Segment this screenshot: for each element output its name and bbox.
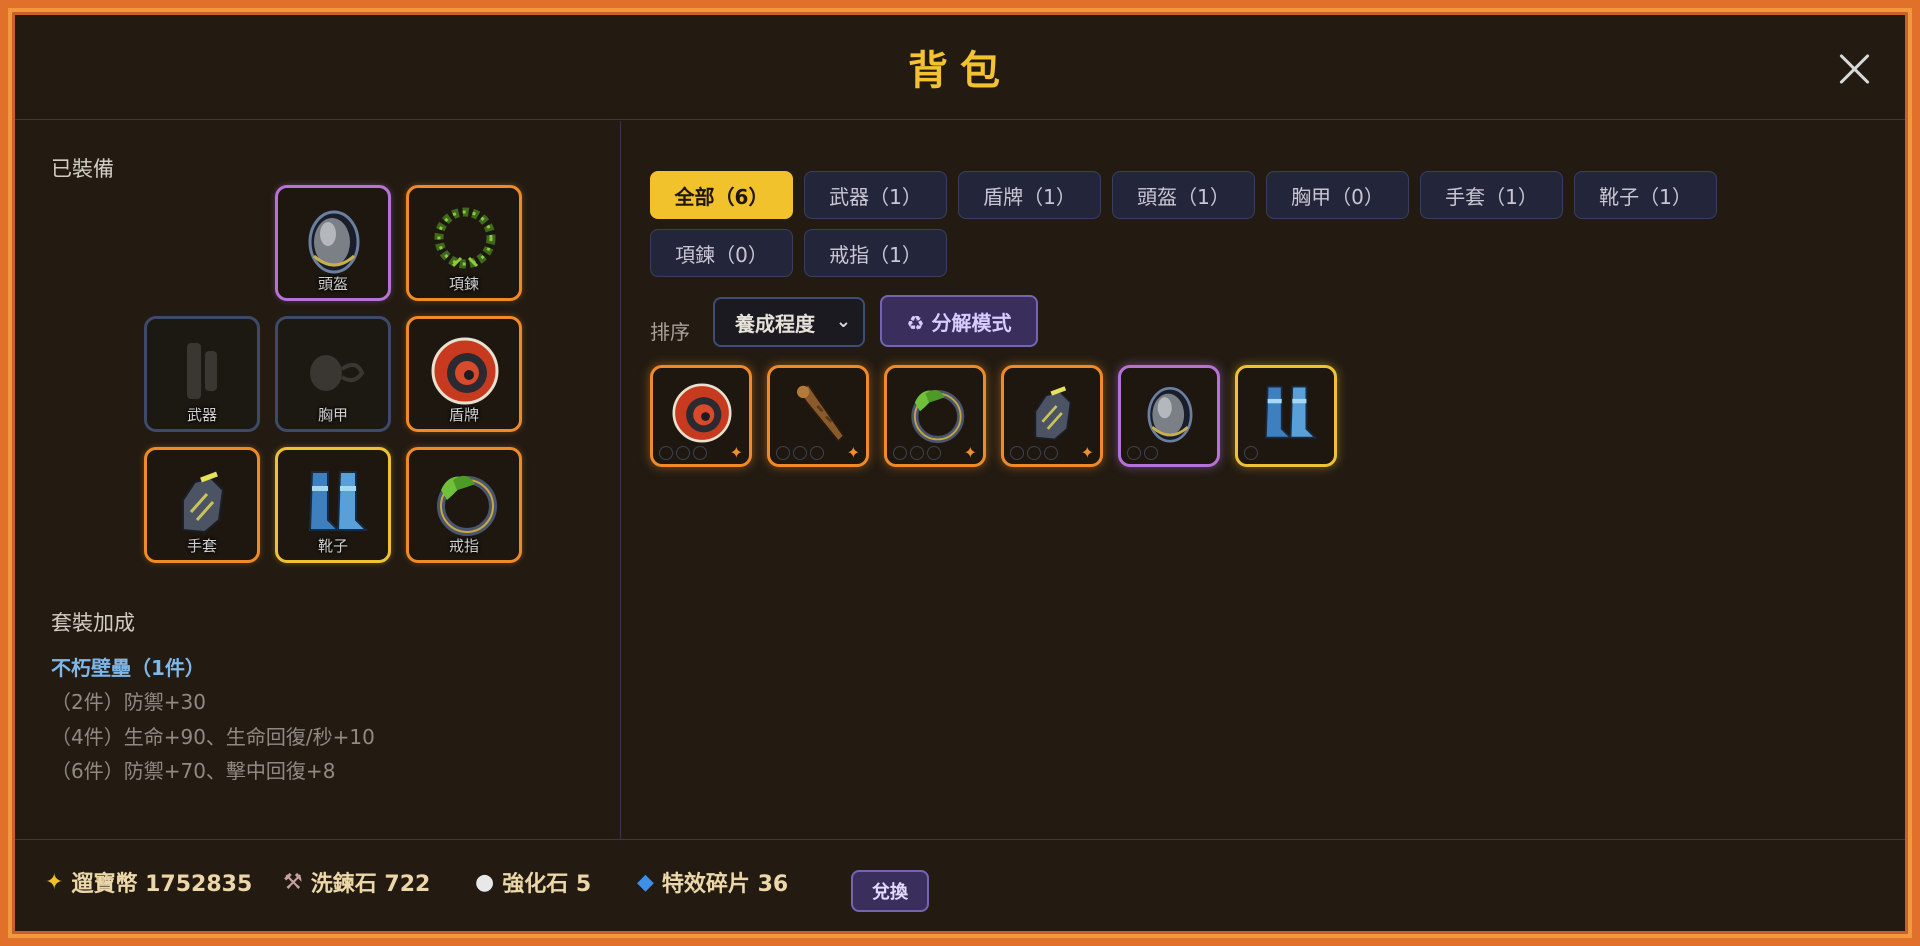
stone-icon: ●: [475, 869, 495, 895]
currency-coins-text: 遛寶幣 1752835: [71, 872, 253, 897]
slot-label: 項鍊: [448, 275, 479, 293]
boots-icon: [1264, 385, 1318, 439]
socket-dots: [1127, 446, 1158, 460]
tab-gloves[interactable]: 手套（1）: [1420, 171, 1563, 219]
helmet-icon: [1147, 387, 1193, 443]
set-tier-2: （2件）防禦+30: [51, 690, 206, 714]
slot-label: 胸甲: [317, 406, 348, 424]
exchange-button[interactable]: 兌換: [851, 870, 929, 912]
inventory-item-ring[interactable]: ✦: [884, 365, 986, 467]
hammer-icon: ⚒: [283, 869, 303, 895]
slot-helmet[interactable]: 頭盔: [275, 185, 391, 301]
slot-shield[interactable]: 盾牌: [406, 316, 522, 432]
shield-icon: [431, 337, 499, 405]
chevron-down-icon: ⌄: [835, 311, 851, 332]
slot-label: 武器: [186, 406, 217, 424]
socket-dots: [893, 446, 941, 460]
socket-dots: [1244, 446, 1258, 460]
tab-boots[interactable]: 靴子（1）: [1574, 171, 1717, 219]
sort-select[interactable]: 養成程度 ⌄: [713, 297, 865, 347]
socket-dots: [776, 446, 824, 460]
tab-all[interactable]: 全部（6）: [650, 171, 793, 219]
slot-label: 盾牌: [448, 406, 479, 424]
window-frame: 背包 已裝備 頭盔 項鍊 武器 胸甲 盾牌 手套 靴子 戒指 套裝加成 不朽壁壘…: [0, 0, 1920, 946]
socket-dots: [659, 446, 707, 460]
special-star-icon: ✦: [1080, 443, 1094, 462]
inventory-panel: 背包 已裝備 頭盔 項鍊 武器 胸甲 盾牌 手套 靴子 戒指 套裝加成 不朽壁壘…: [12, 12, 1908, 934]
gloves-icon: [1034, 386, 1072, 441]
slot-label: 靴子: [317, 537, 348, 555]
ring-icon: [437, 475, 497, 536]
slot-label: 戒指: [448, 537, 479, 555]
set-tier-4: （4件）生命+90、生命回復/秒+10: [51, 725, 375, 749]
currency-enhance: ● 強化石 5: [475, 866, 591, 898]
ring-icon: [911, 389, 965, 443]
gloves-icon: [182, 471, 225, 534]
set-name: 不朽壁壘（1件）: [51, 656, 205, 680]
shield-icon: [672, 383, 732, 443]
inventory-item-helmet[interactable]: [1118, 365, 1220, 467]
slot-gloves[interactable]: 手套: [144, 447, 260, 563]
header: 背包: [15, 15, 1905, 120]
slot-necklace[interactable]: 項鍊: [406, 185, 522, 301]
decompose-mode-button[interactable]: ♻ 分解模式: [880, 295, 1038, 347]
tab-chest[interactable]: 胸甲（0）: [1266, 171, 1409, 219]
socket-dots: [1010, 446, 1058, 460]
inventory-area: 全部（6） 武器（1） 盾牌（1） 頭盔（1） 胸甲（0） 手套（1） 靴子（1…: [622, 121, 1905, 839]
tab-shield[interactable]: 盾牌（1）: [958, 171, 1101, 219]
window-frame-inner: 背包 已裝備 頭盔 項鍊 武器 胸甲 盾牌 手套 靴子 戒指 套裝加成 不朽壁壘…: [8, 8, 1912, 938]
diamond-icon: ◆: [637, 869, 654, 895]
inventory-item-shield[interactable]: ✦: [650, 365, 752, 467]
boots-icon: [308, 471, 369, 531]
sort-label: 排序: [650, 320, 690, 344]
inventory-item-weapon[interactable]: ✦: [767, 365, 869, 467]
inventory-item-gloves[interactable]: ✦: [1001, 365, 1103, 467]
currency-reforge-text: 洗鍊石 722: [310, 872, 431, 897]
inventory-item-boots[interactable]: [1235, 365, 1337, 467]
tab-helmet[interactable]: 頭盔（1）: [1112, 171, 1255, 219]
slot-ring[interactable]: 戒指: [406, 447, 522, 563]
tab-weapon[interactable]: 武器（1）: [804, 171, 947, 219]
special-star-icon: ✦: [963, 443, 977, 462]
currency-shards: ◆ 特效碎片 36: [637, 866, 788, 898]
currency-shards-text: 特效碎片 36: [661, 872, 789, 897]
weapon-icon: [187, 343, 217, 399]
set-bonus-label: 套裝加成: [51, 611, 135, 635]
slot-label: 頭盔: [317, 275, 348, 293]
chest-armor-icon: [310, 355, 365, 391]
equipped-panel: 已裝備 頭盔 項鍊 武器 胸甲 盾牌 手套 靴子 戒指 套裝加成 不朽壁壘（1件…: [15, 121, 621, 839]
helmet-icon: [308, 210, 360, 274]
special-star-icon: ✦: [729, 443, 743, 462]
club-icon: [796, 383, 845, 443]
currency-reforge: ⚒ 洗鍊石 722: [283, 866, 430, 898]
equipped-label: 已裝備: [51, 157, 114, 181]
currency-enhance-text: 強化石 5: [502, 872, 592, 897]
slot-chest[interactable]: 胸甲: [275, 316, 391, 432]
slot-label: 手套: [186, 537, 217, 555]
window-title: 背包: [908, 48, 1012, 94]
tab-ring[interactable]: 戒指（1）: [804, 229, 947, 277]
necklace-icon: [434, 207, 496, 269]
sort-selected-value: 養成程度: [735, 311, 815, 336]
special-star-icon: ✦: [846, 443, 860, 462]
sparkle-icon: ✦: [45, 869, 64, 895]
close-icon[interactable]: [1835, 49, 1875, 89]
currency-coins: ✦ 遛寶幣 1752835: [45, 866, 252, 898]
slot-weapon[interactable]: 武器: [144, 316, 260, 432]
tab-necklace[interactable]: 項鍊（0）: [650, 229, 793, 277]
set-tier-6: （6件）防禦+70、擊中回復+8: [51, 759, 336, 783]
slot-boots[interactable]: 靴子: [275, 447, 391, 563]
currency-bar: ✦ 遛寶幣 1752835 ⚒ 洗鍊石 722 ● 強化石 5 ◆ 特效碎片 3…: [15, 839, 1905, 931]
